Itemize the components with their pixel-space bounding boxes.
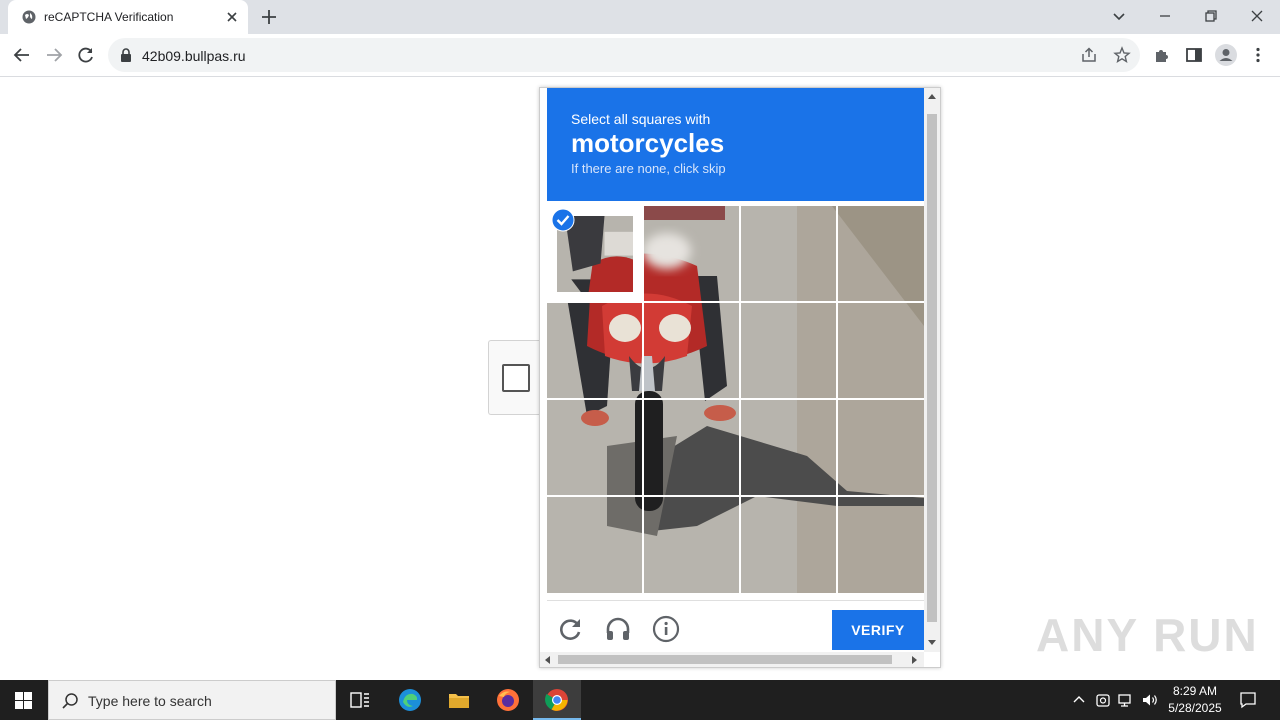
edge-icon (399, 689, 421, 711)
taskbar-chrome[interactable] (533, 680, 581, 720)
scroll-down-icon[interactable] (928, 640, 936, 645)
grid-tile[interactable] (547, 497, 642, 593)
scroll-left-icon[interactable] (545, 656, 550, 664)
target-object-text: motorcycles (571, 128, 725, 158)
globe-icon (22, 10, 36, 24)
reload-icon[interactable] (76, 45, 96, 65)
challenge-header: Select all squares with motorcycles If t… (547, 88, 924, 201)
grid-tile[interactable] (741, 400, 836, 495)
task-view-icon (350, 692, 369, 708)
search-placeholder: Type here to search (88, 693, 212, 709)
folder-icon (449, 694, 469, 708)
clock-time[interactable]: 8:29 AM (1162, 684, 1228, 698)
grid-tile[interactable] (644, 400, 739, 495)
extensions-icon[interactable] (1153, 46, 1171, 64)
info-icon[interactable] (652, 615, 680, 643)
scroll-right-icon[interactable] (912, 656, 917, 664)
horizontal-scroll-thumb[interactable] (558, 655, 892, 664)
close-window-icon[interactable] (1247, 6, 1267, 26)
captcha-challenge: Select all squares with motorcycles If t… (539, 87, 941, 668)
bookmark-star-icon[interactable] (1113, 46, 1131, 64)
grid-tile[interactable] (644, 497, 739, 593)
start-button[interactable] (0, 680, 48, 720)
tab-title: reCAPTCHA Verification (44, 10, 174, 24)
clock-date[interactable]: 5/28/2025 (1162, 701, 1228, 715)
url-text[interactable]: 42b09.bullpas.ru (142, 48, 246, 64)
search-icon (62, 693, 78, 709)
firefox-icon (497, 689, 519, 711)
taskbar: Type here to search 8:29 AM 5/28/2025 (0, 680, 1280, 720)
image-grid (547, 206, 924, 593)
notifications-icon[interactable] (1238, 690, 1258, 710)
horizontal-scrollbar[interactable] (540, 652, 924, 667)
verify-button[interactable]: VERIFY (832, 610, 924, 650)
chevron-up-icon[interactable] (1070, 691, 1088, 709)
tile-selected-check-icon (551, 208, 575, 232)
recaptcha-checkbox[interactable] (502, 364, 530, 392)
taskbar-search[interactable]: Type here to search (48, 680, 336, 720)
grid-tile[interactable] (838, 400, 924, 495)
tab-search-icon[interactable] (1109, 6, 1129, 26)
grid-tile[interactable] (838, 303, 924, 398)
profile-avatar-icon[interactable] (1215, 44, 1237, 66)
instruction-text: Select all squares with (571, 111, 711, 127)
scroll-up-icon[interactable] (928, 94, 936, 99)
grid-tile[interactable] (547, 303, 642, 398)
volume-icon[interactable] (1141, 691, 1159, 709)
footer-divider (547, 600, 924, 601)
vertical-scrollbar[interactable] (924, 88, 940, 652)
grid-tile[interactable] (644, 206, 739, 301)
minimize-icon[interactable] (1155, 6, 1175, 26)
grid-tile[interactable] (838, 497, 924, 593)
windows-logo-icon (15, 692, 32, 709)
chrome-icon (545, 689, 568, 711)
share-icon[interactable] (1080, 46, 1098, 64)
address-bar[interactable]: 42b09.bullpas.ru (108, 38, 1140, 72)
forward-icon[interactable] (44, 45, 64, 65)
grid-tile[interactable] (547, 400, 642, 495)
menu-kebab-icon[interactable] (1249, 46, 1267, 64)
back-icon[interactable] (12, 45, 32, 65)
tab-strip: reCAPTCHA Verification (0, 0, 1280, 34)
vertical-scroll-thumb[interactable] (927, 114, 937, 622)
side-panel-icon[interactable] (1185, 46, 1203, 64)
taskbar-firefox[interactable] (484, 680, 532, 720)
browser-tab[interactable]: reCAPTCHA Verification (8, 0, 248, 34)
skip-hint-text: If there are none, click skip (571, 161, 726, 176)
meet-now-icon[interactable] (1094, 691, 1112, 709)
recaptcha-checkbox-panel (488, 340, 542, 415)
lock-icon[interactable] (120, 48, 132, 62)
grid-tile[interactable] (741, 206, 836, 301)
anyrun-watermark: ANY RUN (1036, 609, 1259, 661)
grid-tile[interactable] (838, 206, 924, 301)
audio-challenge-icon[interactable] (604, 615, 632, 643)
reload-challenge-icon[interactable] (557, 615, 585, 643)
taskbar-file-explorer[interactable] (435, 680, 483, 720)
grid-tile[interactable] (741, 497, 836, 593)
network-icon[interactable] (1117, 691, 1135, 709)
grid-tile[interactable] (741, 303, 836, 398)
task-view-button[interactable] (336, 680, 384, 720)
grid-tile[interactable] (644, 303, 739, 398)
new-tab-icon[interactable] (260, 8, 278, 26)
close-tab-icon[interactable] (224, 9, 240, 25)
browser-toolbar: 42b09.bullpas.ru (0, 34, 1280, 77)
restore-icon[interactable] (1201, 6, 1221, 26)
taskbar-edge[interactable] (386, 680, 434, 720)
